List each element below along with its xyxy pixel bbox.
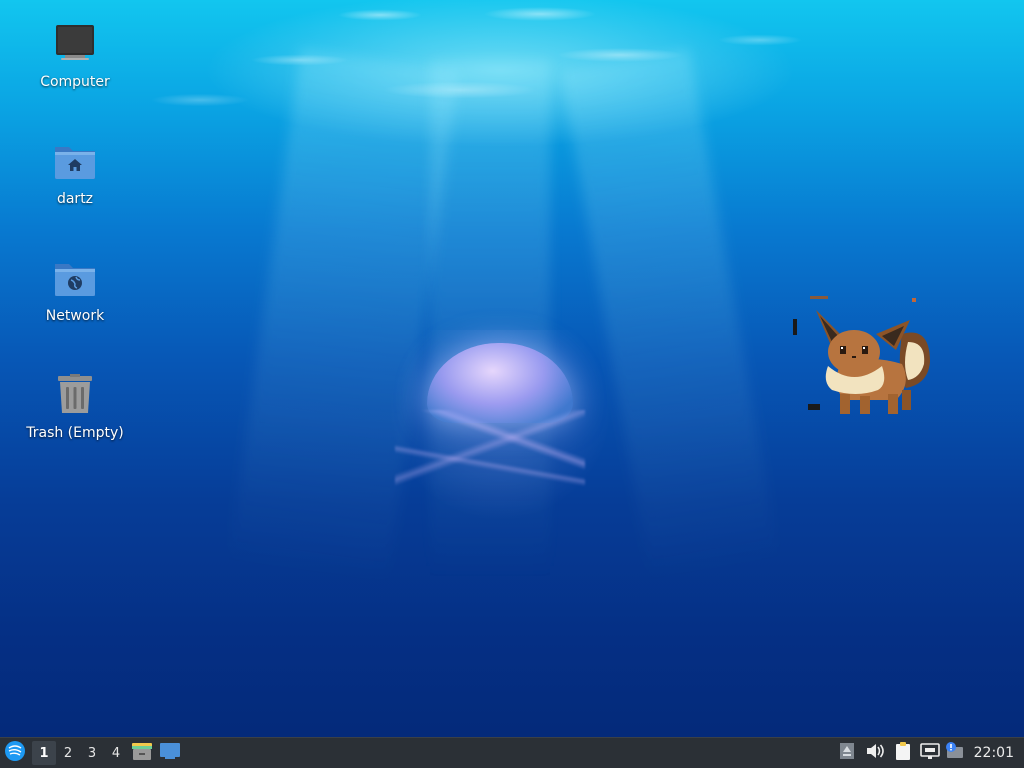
trash-icon (51, 373, 99, 421)
desktop-icon-label: Network (45, 308, 105, 324)
eevee-sprite-icon[interactable] (790, 294, 940, 424)
show-desktop-launcher[interactable] (156, 738, 184, 768)
system-tray: 22:01 (834, 738, 1024, 768)
workspace-4-button[interactable]: 4 (104, 741, 128, 765)
clipboard-button[interactable] (890, 738, 916, 768)
workspace-3-button[interactable]: 3 (80, 741, 104, 765)
tray-expand-button[interactable] (834, 738, 860, 768)
show-desktop-icon (159, 742, 181, 764)
desktop-icon-computer[interactable]: Computer (20, 22, 130, 90)
volume-icon (865, 742, 885, 764)
desktop-icon-trash[interactable]: Trash (Empty) (20, 373, 130, 441)
workspace-2-button[interactable]: 2 (56, 741, 80, 765)
clipboard-icon (894, 741, 912, 765)
workspace-switcher: 1 2 3 4 (32, 741, 128, 765)
desktop-icon-home[interactable]: dartz (20, 139, 130, 207)
clock[interactable]: 22:01 (966, 745, 1024, 761)
computer-icon (51, 22, 99, 70)
volume-button[interactable] (860, 738, 890, 768)
file-manager-icon (131, 741, 153, 765)
desktop-icon-network[interactable]: Network (20, 256, 130, 324)
network-button[interactable] (916, 738, 944, 768)
desktop-icon-label: Computer (40, 74, 110, 90)
start-menu-button[interactable] (0, 738, 30, 768)
desktop-icon-label: Trash (Empty) (26, 425, 124, 441)
update-notifier-icon (945, 742, 965, 764)
tray-arrow-icon (839, 742, 855, 764)
workspace-1-button[interactable]: 1 (32, 741, 56, 765)
jellyfish-tentacles (395, 410, 585, 500)
network-folder-icon (51, 256, 99, 304)
desktop-icon-label: dartz (56, 191, 94, 207)
taskbar: 1 2 3 4 22:01 (0, 737, 1024, 768)
file-manager-launcher[interactable] (128, 738, 156, 768)
update-notifier-button[interactable] (944, 738, 966, 768)
home-folder-icon (51, 139, 99, 187)
network-icon (919, 742, 940, 764)
start-menu-icon (4, 740, 26, 766)
